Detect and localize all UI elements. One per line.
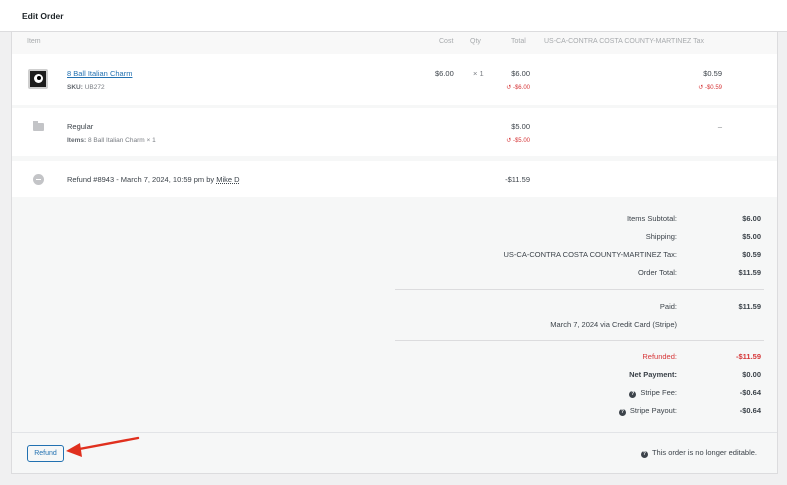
refund-row: Refund #8943 - March 7, 2024, 10:59 pm b… xyxy=(12,161,777,197)
order-total-label: Order Total: xyxy=(637,268,677,277)
line-refunded-tax: ↺ -$0.59 xyxy=(698,85,722,91)
product-thumbnail xyxy=(28,69,48,89)
net-payment-label: Net Payment: xyxy=(629,370,677,379)
col-qty: Qty xyxy=(470,38,481,45)
product-sku: SKU: UB272 xyxy=(67,84,105,91)
shipping-tax: – xyxy=(717,122,722,131)
totals-divider xyxy=(395,340,764,341)
col-item: Item xyxy=(27,38,41,45)
paid-value: $11.59 xyxy=(738,302,761,311)
stripe-payout-value: -$0.64 xyxy=(739,406,761,415)
product-name-link[interactable]: 8 Ball Italian Charm xyxy=(67,69,132,78)
shipping-label: Shipping: xyxy=(645,232,677,241)
stripe-fee-row: ? Stripe Fee: xyxy=(629,388,677,398)
shipping-row: Regular Items: 8 Ball Italian Charm × 1 … xyxy=(12,108,777,156)
col-total: Total xyxy=(511,38,526,45)
help-icon[interactable]: ? xyxy=(640,451,648,458)
refund-amount: -$11.59 xyxy=(505,175,530,184)
help-icon[interactable]: ? xyxy=(618,409,626,416)
tax-label: US-CA-CONTRA COSTA COUNTY-MARTINEZ Tax: xyxy=(503,250,678,259)
order-total-value: $11.59 xyxy=(738,268,761,277)
line-refunded-total: ↺ -$6.00 xyxy=(506,85,530,91)
tax-value: $0.59 xyxy=(742,250,761,259)
stripe-payout-row: ? Stripe Payout: xyxy=(618,406,677,416)
refund-button[interactable]: Refund xyxy=(27,445,64,462)
items-table-header: Item Cost Qty Total US-CA-CONTRA COSTA C… xyxy=(12,32,777,54)
paid-note: March 7, 2024 via Credit Card (Stripe) xyxy=(550,320,677,329)
line-qty: × 1 xyxy=(473,69,484,78)
items-subtotal-value: $6.00 xyxy=(742,214,761,223)
items-subtotal-label: Items Subtotal: xyxy=(626,214,677,223)
col-cost: Cost xyxy=(439,38,454,45)
not-editable-note: ? This order is no longer editable. xyxy=(640,448,757,458)
order-items-panel: Item Cost Qty Total US-CA-CONTRA COSTA C… xyxy=(11,32,778,474)
net-payment-value: $0.00 xyxy=(742,370,761,379)
shipping-items: Items: 8 Ball Italian Charm × 1 xyxy=(67,137,156,144)
help-icon[interactable]: ? xyxy=(629,391,637,398)
refunded-label: Refunded: xyxy=(642,352,677,361)
paid-label: Paid: xyxy=(659,302,677,311)
line-cost: $6.00 xyxy=(435,69,454,78)
annotation-arrow-icon xyxy=(66,436,140,457)
refunded-value: -$11.59 xyxy=(735,352,761,361)
line-total: $6.00 xyxy=(511,69,530,78)
stripe-fee-value: -$0.64 xyxy=(739,388,761,397)
refund-user: Mike D xyxy=(216,175,240,184)
top-bar: Edit Order xyxy=(0,0,787,32)
totals-divider xyxy=(395,289,764,290)
shipping-value: $5.00 xyxy=(742,232,761,241)
col-tax: US-CA-CONTRA COSTA COUNTY-MARTINEZ Tax xyxy=(544,38,704,45)
refund-description: Refund #8943 - March 7, 2024, 10:59 pm b… xyxy=(67,175,240,184)
shipping-total: $5.00 xyxy=(511,122,530,131)
refund-icon xyxy=(33,174,44,185)
shipping-icon xyxy=(33,121,44,131)
shipping-method: Regular xyxy=(67,122,94,131)
page-title: Edit Order xyxy=(22,11,64,21)
line-item-row: 8 Ball Italian Charm SKU: UB272 $6.00 × … xyxy=(12,54,777,105)
shipping-refunded-total: ↺ -$5.00 xyxy=(506,138,530,144)
line-tax: $0.59 xyxy=(703,69,722,78)
